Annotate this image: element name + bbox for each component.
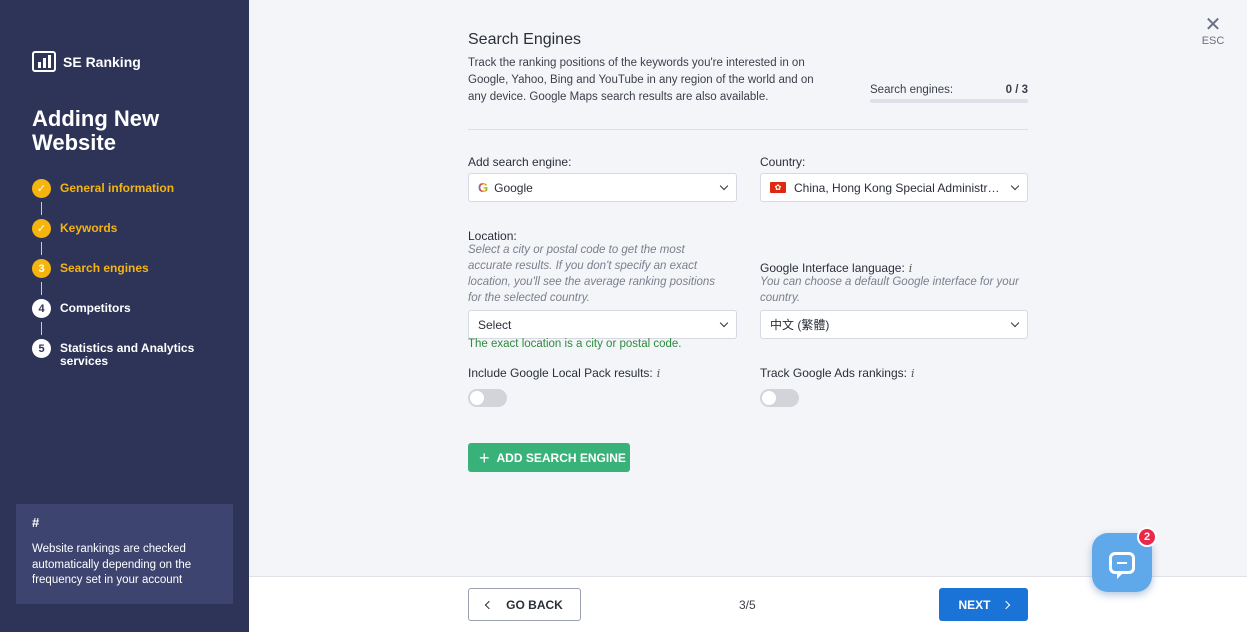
esc-label: ESC	[1201, 35, 1225, 47]
divider	[468, 129, 1028, 130]
logo-text: SE Ranking	[63, 53, 141, 70]
info-text: Website rankings are checked automatical…	[32, 543, 192, 586]
language-label: Google Interface language:	[760, 261, 905, 275]
local-pack-label: Include Google Local Pack results:	[468, 366, 653, 380]
close-icon: ✕	[1204, 14, 1222, 36]
step-general-information[interactable]: ✓ General information	[32, 179, 210, 219]
next-label: NEXT	[958, 597, 991, 612]
step-label: Keywords	[60, 221, 118, 235]
sidebar-title: Adding New Website	[32, 106, 160, 155]
language-value: 中文 (繁體)	[770, 318, 830, 332]
step-keywords[interactable]: ✓ Keywords	[32, 219, 210, 259]
location-note: The exact location is a city or postal c…	[468, 338, 682, 350]
chevron-right-icon	[1001, 600, 1010, 609]
page-description: Track the ranking positions of the keywo…	[468, 57, 814, 103]
page-title: Search Engines	[468, 31, 581, 48]
local-pack-label-row: Include Google Local Pack results: i	[468, 366, 660, 380]
engines-counter-value: 0 / 3	[1005, 84, 1028, 96]
add-search-engine-button[interactable]: + ADD SEARCH ENGINE	[468, 443, 630, 472]
bar-chart-icon	[32, 51, 56, 72]
info-icon[interactable]: i	[911, 367, 915, 380]
step-label: Statistics and Analytics services	[60, 341, 195, 368]
search-engine-select[interactable]: G Google	[468, 173, 737, 202]
step-connector	[41, 242, 42, 255]
location-select[interactable]: Select	[468, 310, 737, 339]
toggle-knob	[762, 391, 776, 405]
search-engine-label: Add search engine:	[468, 155, 572, 169]
page-indicator: 3/5	[739, 598, 756, 612]
go-back-label: GO BACK	[506, 597, 563, 612]
logo[interactable]: SE Ranking	[32, 51, 141, 72]
engines-counter: Search engines: 0 / 3	[870, 84, 1028, 103]
google-icon: G	[478, 180, 489, 195]
chat-icon	[1109, 551, 1135, 579]
language-select[interactable]: 中文 (繁體)	[760, 310, 1028, 339]
sidebar: SE Ranking Adding New Website ✓ General …	[0, 0, 249, 632]
language-label-row: Google Interface language: i	[760, 261, 912, 275]
chevron-left-icon	[484, 600, 494, 609]
location-value: Select	[478, 317, 512, 332]
plus-icon: +	[479, 447, 490, 468]
country-label: Country:	[760, 155, 806, 169]
step-statistics-analytics: 5 Statistics and Analytics services	[32, 339, 210, 379]
step-number: 4	[32, 299, 51, 318]
search-engine-value: Google	[494, 180, 533, 195]
step-label: Search engines	[60, 261, 149, 275]
add-search-engine-label: ADD SEARCH ENGINE	[496, 450, 626, 465]
step-label: Competitors	[60, 301, 131, 315]
engines-counter-label: Search engines:	[870, 84, 954, 96]
step-connector	[41, 282, 42, 295]
chevron-down-icon	[719, 318, 729, 327]
location-hint: Select a city or postal code to get the …	[468, 244, 716, 304]
check-icon: ✓	[32, 179, 51, 198]
chevron-down-icon	[1010, 318, 1020, 327]
language-hint: You can choose a default Google interfac…	[760, 276, 1019, 304]
close-button[interactable]: ✕ ESC	[1199, 14, 1227, 47]
step-connector	[41, 322, 42, 335]
step-connector	[41, 202, 42, 215]
hong-kong-flag-icon: ✿	[770, 182, 786, 193]
go-back-button[interactable]: GO BACK	[468, 588, 581, 621]
engines-progress-bar	[870, 99, 1028, 103]
toggle-knob	[470, 391, 484, 405]
ads-label: Track Google Ads rankings:	[760, 366, 907, 380]
step-search-engines[interactable]: 3 Search engines	[32, 259, 210, 299]
country-select[interactable]: ✿ China, Hong Kong Special Administrativ…	[760, 173, 1028, 202]
step-number: 5	[32, 339, 51, 358]
check-icon: ✓	[32, 219, 51, 238]
step-number: 3	[32, 259, 51, 278]
steps-list: ✓ General information ✓ Keywords 3 Searc…	[32, 179, 210, 379]
location-label: Location:	[468, 229, 517, 243]
country-value: China, Hong Kong Special Administrative …	[794, 180, 1002, 195]
next-button[interactable]: NEXT	[939, 588, 1028, 621]
info-icon[interactable]: i	[657, 367, 661, 380]
chevron-down-icon	[719, 181, 729, 190]
step-competitors: 4 Competitors	[32, 299, 210, 339]
chevron-down-icon	[1010, 181, 1020, 190]
local-pack-toggle[interactable]	[468, 389, 507, 407]
ads-label-row: Track Google Ads rankings: i	[760, 366, 915, 380]
step-label: General information	[60, 181, 175, 195]
notification-badge: 2	[1137, 527, 1157, 547]
ads-toggle[interactable]	[760, 389, 799, 407]
hash-icon: #	[32, 515, 40, 530]
info-box: # Website rankings are checked automatic…	[16, 504, 233, 604]
